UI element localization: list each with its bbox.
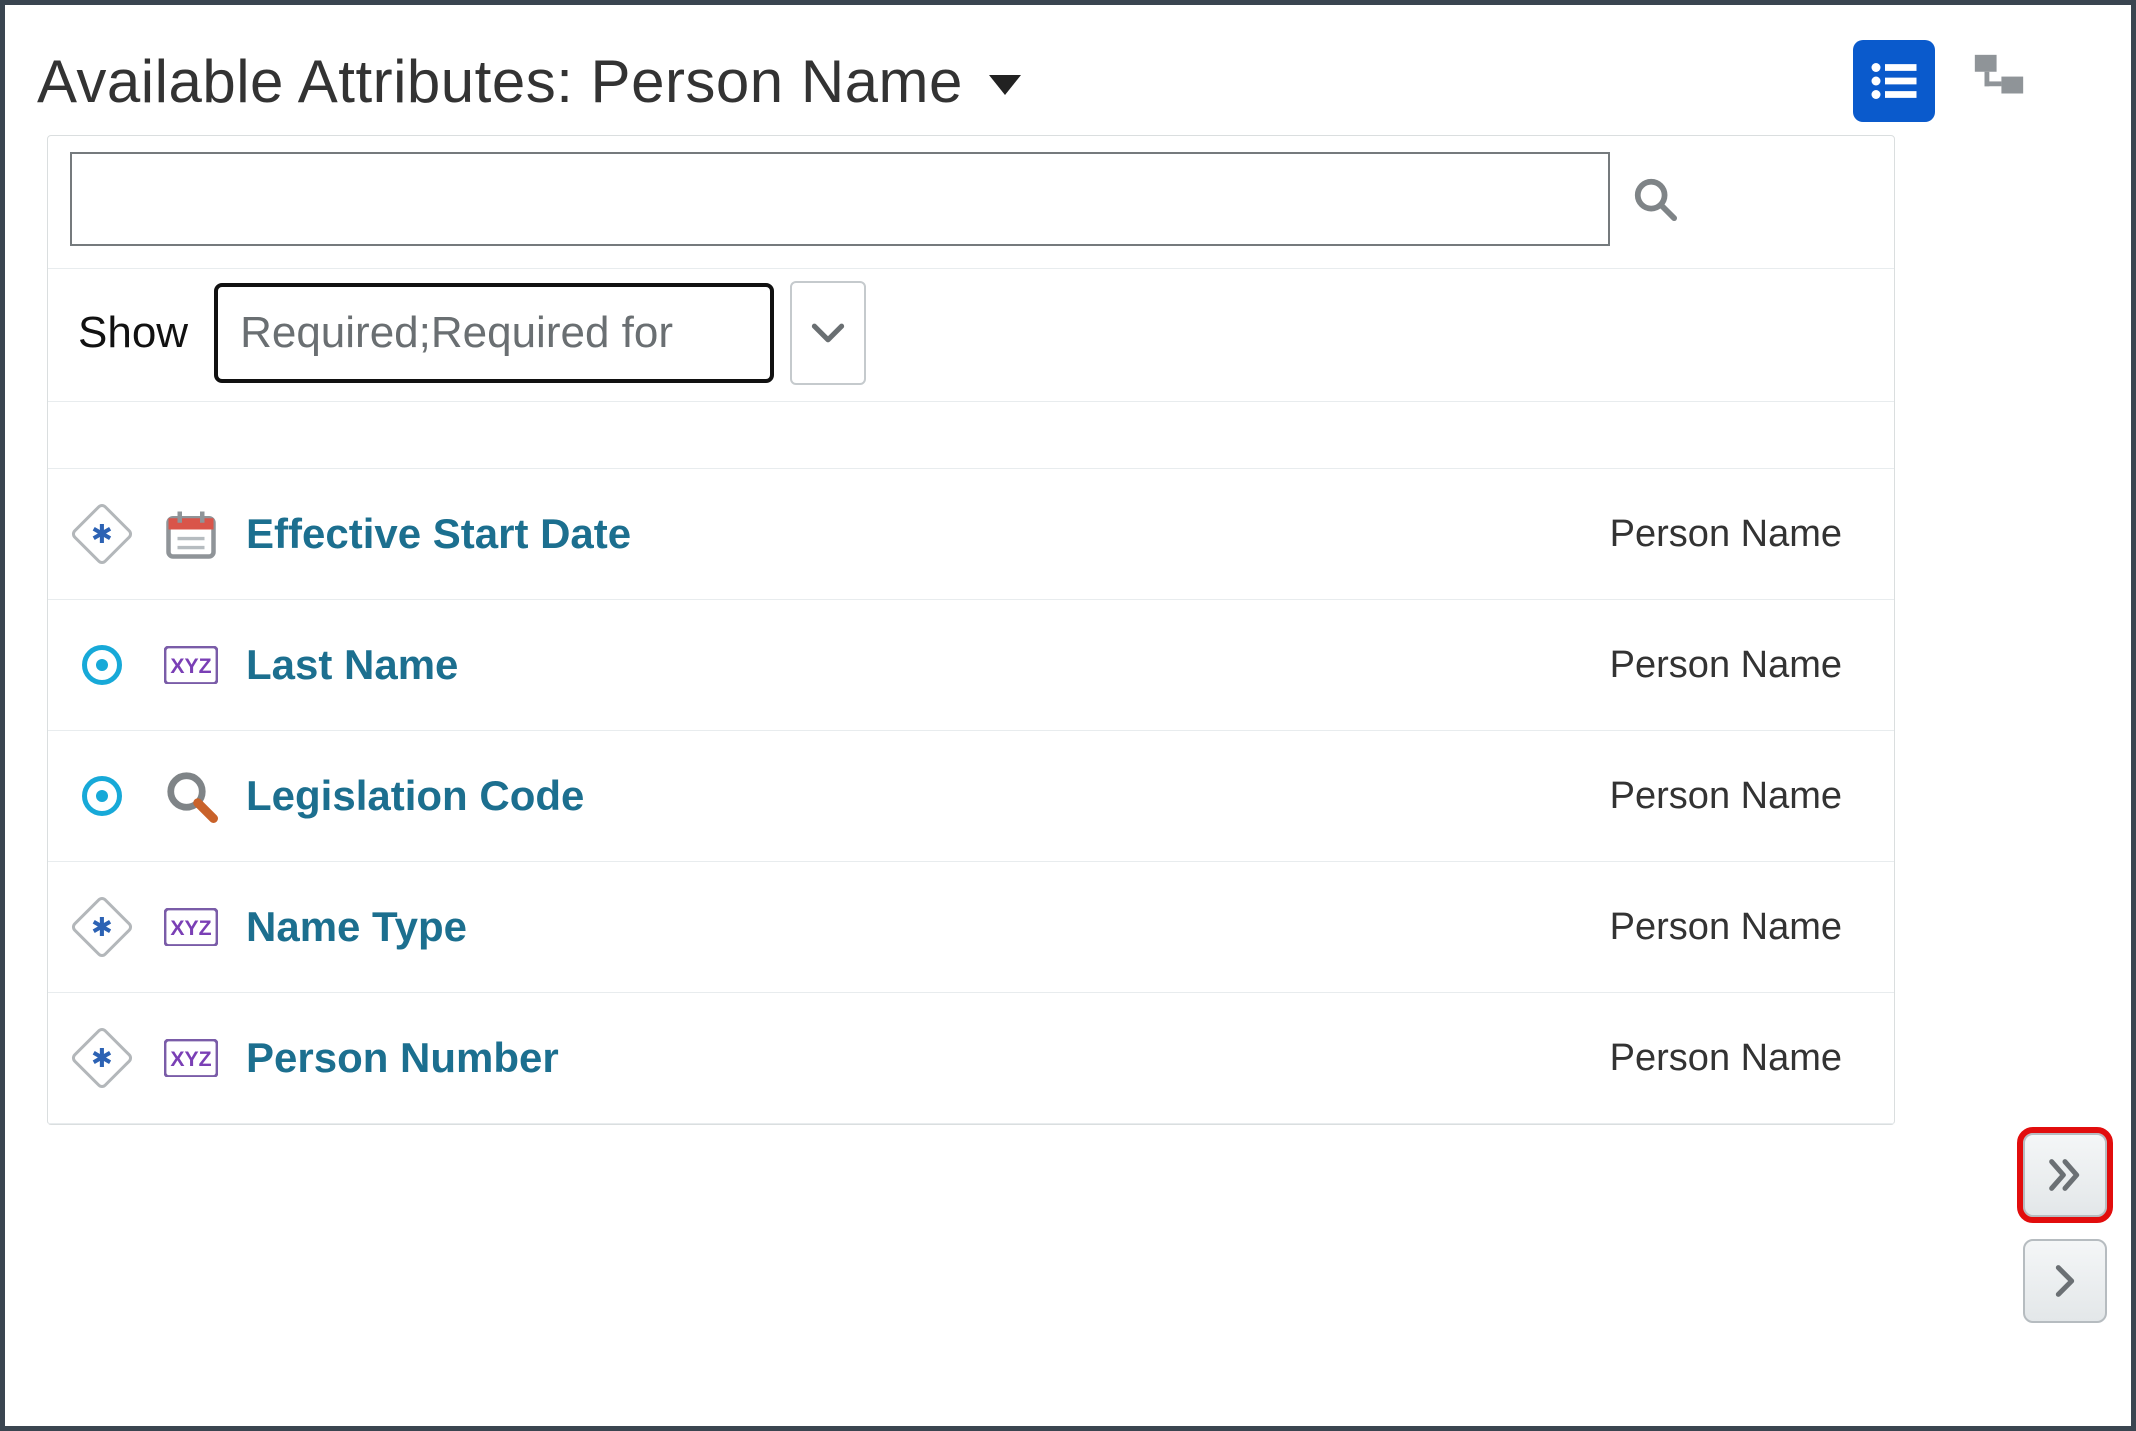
attribute-row-left: ✱ XYZ Name Type [76, 901, 467, 953]
chevron-right-icon [2045, 1261, 2085, 1301]
attribute-name-link[interactable]: Person Number [246, 1034, 559, 1082]
attribute-row[interactable]: ✱ XYZ Name Type Person Name [48, 862, 1894, 993]
chevron-down-icon [811, 321, 845, 345]
list-header-spacer [48, 402, 1894, 469]
attribute-list: ✱ Effective Start Date Person Name XYZ Last … [48, 469, 1894, 1124]
attribute-row[interactable]: XYZ Last Name Person Name [48, 600, 1894, 731]
calendar-icon [164, 510, 218, 558]
text-xyz-icon: XYZ [164, 1034, 218, 1082]
svg-text:XYZ: XYZ [170, 1048, 211, 1071]
svg-text:XYZ: XYZ [170, 655, 211, 678]
required-for-radio-icon [76, 770, 128, 822]
attribute-row[interactable]: ✱ Effective Start Date Person Name [48, 469, 1894, 600]
search-icon [1632, 176, 1678, 222]
attributes-panel: Show Required;Required for ✱ Effective St… [47, 135, 1895, 1125]
required-diamond-icon: ✱ [76, 1032, 128, 1084]
attribute-name-link[interactable]: Name Type [246, 903, 467, 951]
filter-value-text: Required;Required for [240, 308, 673, 358]
attribute-group: Person Name [1610, 513, 1842, 556]
lookup-icon [164, 772, 218, 820]
search-row [48, 136, 1894, 268]
filter-label: Show [78, 308, 188, 358]
attribute-row[interactable]: ✱ XYZ Person Number Person Name [48, 993, 1894, 1124]
attribute-row-left: ✱ Effective Start Date [76, 508, 631, 560]
required-diamond-icon: ✱ [76, 508, 128, 560]
text-xyz-icon: XYZ [164, 903, 218, 951]
panel-title: Available Attributes: Person Name [37, 47, 963, 116]
search-button[interactable] [1630, 174, 1680, 224]
search-input[interactable] [70, 152, 1610, 246]
attribute-row-left: ✱ XYZ Person Number [76, 1032, 559, 1084]
shuttle-buttons [2023, 1133, 2107, 1323]
attribute-name-link[interactable]: Last Name [246, 641, 458, 689]
header: Available Attributes: Person Name [37, 27, 2099, 135]
filter-value[interactable]: Required;Required for [214, 283, 774, 383]
move-right-button[interactable] [2023, 1239, 2107, 1323]
attribute-group: Person Name [1610, 1037, 1842, 1080]
move-all-right-button[interactable] [2023, 1133, 2107, 1217]
list-icon [1867, 54, 1921, 108]
tree-view-button[interactable] [1969, 50, 2029, 113]
panel-frame: Available Attributes: Person Name [0, 0, 2136, 1431]
attribute-name-link[interactable]: Legislation Code [246, 772, 584, 820]
list-view-button[interactable] [1853, 40, 1935, 122]
filter-dropdown-button[interactable] [790, 281, 866, 385]
title-dropdown[interactable]: Available Attributes: Person Name [37, 47, 1021, 116]
chevron-down-icon [989, 75, 1021, 95]
svg-text:XYZ: XYZ [170, 917, 211, 940]
tree-icon [1969, 50, 2029, 108]
view-toggle-group [1853, 40, 2029, 122]
attribute-row-left: XYZ Last Name [76, 639, 458, 691]
attribute-group: Person Name [1610, 906, 1842, 949]
attribute-group: Person Name [1610, 775, 1842, 818]
text-xyz-icon: XYZ [164, 641, 218, 689]
filter-row: Show Required;Required for [48, 268, 1894, 402]
required-diamond-icon: ✱ [76, 901, 128, 953]
attribute-group: Person Name [1610, 644, 1842, 687]
attribute-row[interactable]: Legislation Code Person Name [48, 731, 1894, 862]
required-for-radio-icon [76, 639, 128, 691]
attribute-name-link[interactable]: Effective Start Date [246, 510, 631, 558]
double-chevron-right-icon [2045, 1155, 2085, 1195]
attribute-row-left: Legislation Code [76, 770, 584, 822]
